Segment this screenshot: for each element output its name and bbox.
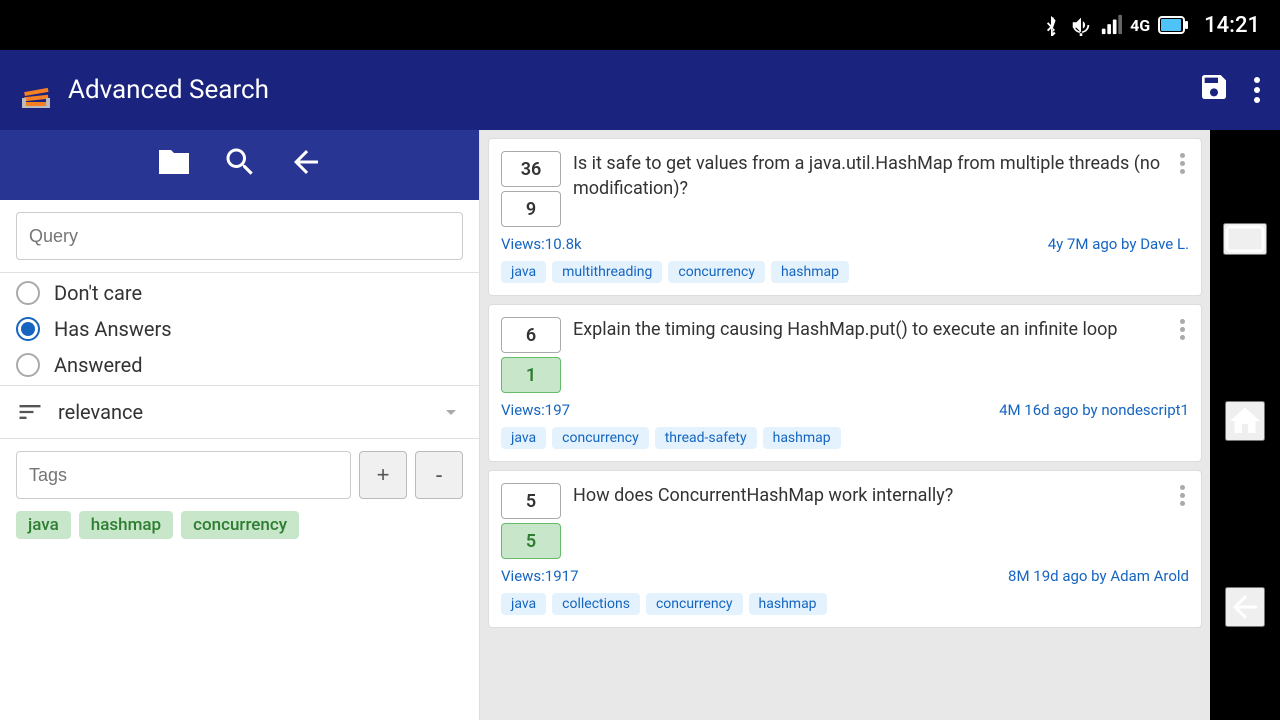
home-nav-button[interactable] <box>1225 401 1265 441</box>
q-tag-hashmap-3[interactable]: hashmap <box>749 593 827 615</box>
q-tag-concurrency-2[interactable]: concurrency <box>552 427 649 449</box>
more-menu-1[interactable] <box>1176 151 1189 176</box>
rectangle-nav-button[interactable] <box>1223 223 1267 255</box>
save-icon <box>1198 71 1230 103</box>
more-menu-2[interactable] <box>1176 317 1189 342</box>
views-1: Views:10.8k <box>501 235 582 253</box>
radio-section: Don't care Has Answers Answered <box>0 273 479 385</box>
time-author-3: 8M 19d ago by Adam Arold <box>1008 567 1189 585</box>
question-top-2: 6 1 Explain the timing causing HashMap.p… <box>501 317 1189 393</box>
silent-icon <box>1070 14 1092 36</box>
question-meta-2: Views:197 4M 16d ago by nondescript1 <box>501 401 1189 419</box>
radio-label-has-answers: Has Answers <box>54 317 172 341</box>
answer-count-3: 5 <box>501 523 561 559</box>
results-panel: 36 9 Is it safe to get values from a jav… <box>480 130 1210 720</box>
tag-chip-hashmap[interactable]: hashmap <box>79 511 173 539</box>
question-card-1: 36 9 Is it safe to get values from a jav… <box>488 138 1202 296</box>
answer-count-1: 9 <box>501 191 561 227</box>
app-logo <box>16 70 56 110</box>
vote-box-1: 36 9 <box>501 151 561 227</box>
signal-icon <box>1100 14 1122 36</box>
battery-icon <box>1158 16 1188 34</box>
app-title: Advanced Search <box>68 75 1182 105</box>
question-top-1: 36 9 Is it safe to get values from a jav… <box>501 151 1189 227</box>
question-title-1[interactable]: Is it safe to get values from a java.uti… <box>573 151 1164 201</box>
q-tag-concurrency-3[interactable]: concurrency <box>646 593 743 615</box>
question-top-3: 5 5 How does ConcurrentHashMap work inte… <box>501 483 1189 559</box>
search-icon[interactable] <box>222 144 258 187</box>
query-input[interactable] <box>16 212 463 260</box>
vote-count-1: 36 <box>501 151 561 187</box>
question-meta-1: Views:10.8k 4y 7M ago by Dave L. <box>501 235 1189 253</box>
status-bar: 4G 14:21 <box>0 0 1280 50</box>
left-panel: Don't care Has Answers Answered relevanc… <box>0 130 480 720</box>
views-2: Views:197 <box>501 401 570 419</box>
answer-count-2: 1 <box>501 357 561 393</box>
radio-circle-answered <box>16 353 40 377</box>
sort-dropdown-arrow <box>439 400 463 424</box>
app-bar-actions <box>1194 67 1264 114</box>
q-tag-java-3[interactable]: java <box>501 593 546 615</box>
tag-list-1: java multithreading concurrency hashmap <box>501 261 1189 283</box>
radio-has-answers[interactable]: Has Answers <box>16 317 463 341</box>
folder-icon[interactable] <box>156 144 192 187</box>
network-label: 4G <box>1130 16 1150 35</box>
vote-box-3: 5 5 <box>501 483 561 559</box>
q-tag-threadsafety-2[interactable]: thread-safety <box>655 427 757 449</box>
tags-input[interactable] <box>16 451 351 499</box>
q-tag-java-2[interactable]: java <box>501 427 546 449</box>
question-card-2: 6 1 Explain the timing causing HashMap.p… <box>488 304 1202 462</box>
query-section <box>0 200 479 273</box>
tag-chips: java hashmap concurrency <box>16 511 463 539</box>
tag-list-2: java concurrency thread-safety hashmap <box>501 427 1189 449</box>
vote-box-2: 6 1 <box>501 317 561 393</box>
radio-label-answered: Answered <box>54 353 143 377</box>
main-content: Don't care Has Answers Answered relevanc… <box>0 130 1280 720</box>
time-author-1: 4y 7M ago by Dave L. <box>1048 235 1189 253</box>
status-time: 14:21 <box>1204 13 1260 38</box>
radio-dont-care[interactable]: Don't care <box>16 281 463 305</box>
radio-circle-has-answers <box>16 317 40 341</box>
remove-tag-button[interactable]: - <box>415 451 463 499</box>
radio-answered[interactable]: Answered <box>16 353 463 377</box>
sort-label: relevance <box>58 400 143 424</box>
q-tag-java-1[interactable]: java <box>501 261 546 283</box>
more-menu-3[interactable] <box>1176 483 1189 508</box>
time-author-2: 4M 16d ago by nondescript1 <box>999 401 1189 419</box>
q-tag-hashmap-1[interactable]: hashmap <box>771 261 849 283</box>
sort-icon <box>16 398 44 426</box>
status-icons: 4G 14:21 <box>1040 13 1260 38</box>
tags-input-row: + - <box>16 451 463 499</box>
tag-list-3: java collections concurrency hashmap <box>501 593 1189 615</box>
radio-label-dont-care: Don't care <box>54 281 142 305</box>
save-button[interactable] <box>1194 67 1234 114</box>
add-tag-button[interactable]: + <box>359 451 407 499</box>
overflow-menu-button[interactable] <box>1250 73 1264 107</box>
tags-section: + - java hashmap concurrency <box>0 438 479 720</box>
q-tag-multithreading-1[interactable]: multithreading <box>552 261 662 283</box>
back-nav-button[interactable] <box>1225 587 1265 627</box>
radio-circle-dont-care <box>16 281 40 305</box>
tag-chip-java[interactable]: java <box>16 511 71 539</box>
q-tag-collections-3[interactable]: collections <box>552 593 640 615</box>
tag-chip-concurrency[interactable]: concurrency <box>181 511 299 539</box>
question-meta-3: Views:1917 8M 19d ago by Adam Arold <box>501 567 1189 585</box>
vote-count-3: 5 <box>501 483 561 519</box>
question-title-2[interactable]: Explain the timing causing HashMap.put()… <box>573 317 1164 342</box>
sort-section[interactable]: relevance <box>0 385 479 438</box>
question-title-3[interactable]: How does ConcurrentHashMap work internal… <box>573 483 1164 508</box>
back-icon[interactable] <box>288 144 324 187</box>
app-bar: Advanced Search <box>0 50 1280 130</box>
question-card-3: 5 5 How does ConcurrentHashMap work inte… <box>488 470 1202 628</box>
q-tag-hashmap-2[interactable]: hashmap <box>763 427 841 449</box>
vote-count-2: 6 <box>501 317 561 353</box>
side-nav <box>1210 130 1280 720</box>
bluetooth-icon <box>1040 14 1062 36</box>
q-tag-concurrency-1[interactable]: concurrency <box>668 261 765 283</box>
views-3: Views:1917 <box>501 567 579 585</box>
toolbar <box>0 130 479 200</box>
